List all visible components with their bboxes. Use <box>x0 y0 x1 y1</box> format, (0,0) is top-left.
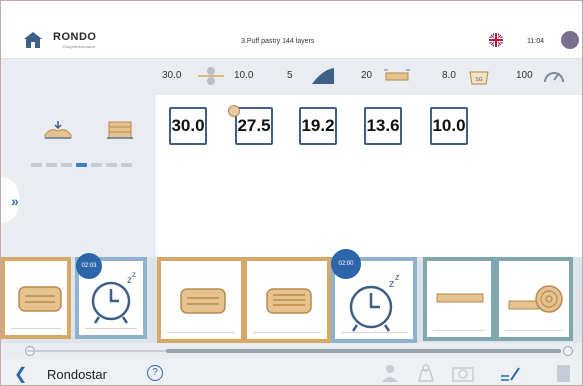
weight-icon[interactable] <box>415 364 437 382</box>
clock-time: 11:04 <box>527 38 544 45</box>
page-dot[interactable] <box>46 163 57 167</box>
header: RONDO Doughlinedurance 3.Puff pastry 144… <box>1 1 582 59</box>
roller-gap-icon <box>198 67 224 85</box>
page-dot[interactable] <box>121 163 132 167</box>
card-divider <box>505 330 563 331</box>
thickness-step[interactable]: 19.2 <box>299 107 337 145</box>
roller-end-value[interactable]: 10.0 <box>234 70 253 81</box>
brand-tagline: Doughlinedurance <box>63 44 96 49</box>
timer-badge: 02:03 <box>76 253 102 279</box>
step-card-dough[interactable] <box>157 257 245 343</box>
page-dot[interactable] <box>106 163 117 167</box>
program-steps: z z 02:03 z z 02:00 <box>1 249 582 343</box>
flour-duster-icon: SG <box>469 71 489 85</box>
thickness-step[interactable]: 27.5 <box>235 107 273 145</box>
thickness-step[interactable]: 10.0 <box>430 107 468 145</box>
current-position-marker <box>228 105 240 117</box>
double-chevron-right-icon[interactable]: » <box>11 193 19 209</box>
dough-in-mode-icon[interactable] <box>43 119 73 141</box>
strip-scrollbar <box>1 343 582 359</box>
roller-start-value[interactable]: 30.0 <box>162 70 181 81</box>
footer: ❮ Rondostar ? <box>1 359 582 385</box>
home-icon[interactable] <box>23 31 43 49</box>
timer-badge: 02:00 <box>331 249 361 279</box>
card-divider <box>433 330 485 331</box>
dough-roll-icon <box>508 285 563 313</box>
step-card-roll[interactable] <box>495 257 573 341</box>
alarm-clock-icon: z z <box>91 270 136 324</box>
thickness-step[interactable]: 13.6 <box>364 107 402 145</box>
operator-icon[interactable] <box>379 364 401 382</box>
user-avatar-icon[interactable] <box>561 31 579 49</box>
speed-level-value[interactable]: 5 <box>287 70 293 81</box>
help-icon[interactable]: ? <box>147 365 163 381</box>
card-divider <box>253 332 321 333</box>
belt-value[interactable]: 20 <box>361 70 372 81</box>
program-title: 3.Puff pastry 144 layers <box>241 38 315 45</box>
parameter-bar: 30.0 10.0 5 20 8.0 SG 100 <box>156 59 582 95</box>
page-indicator <box>31 163 132 167</box>
card-divider <box>341 332 407 333</box>
machine-name: Rondostar <box>47 367 107 382</box>
speedometer-icon <box>544 72 564 83</box>
svg-text:z: z <box>395 272 400 282</box>
page-dot-active[interactable] <box>76 163 87 167</box>
dough-out-mode-icon[interactable] <box>105 119 135 141</box>
thickness-step[interactable]: 30.0 <box>169 107 207 145</box>
edit-list-icon[interactable] <box>499 364 521 382</box>
ramp-icon <box>312 68 334 84</box>
scroll-thumb[interactable] <box>166 349 561 353</box>
step-card-sheet[interactable] <box>423 257 495 341</box>
svg-text:z: z <box>132 270 136 279</box>
alarm-clock-icon: z z <box>349 272 400 332</box>
step-card-dough[interactable] <box>1 257 71 339</box>
page-dot[interactable] <box>31 163 42 167</box>
back-chevron-icon[interactable]: ❮ <box>14 364 27 384</box>
page-dot[interactable] <box>91 163 102 167</box>
dough-sheet-icon <box>436 293 484 303</box>
dough-fold-icon <box>18 286 62 312</box>
document-icon[interactable] <box>553 364 573 382</box>
dough-fold-icon <box>266 288 312 314</box>
flour-badge: SG <box>475 77 482 83</box>
app-window: RONDO Doughlinedurance 3.Puff pastry 144… <box>0 0 583 386</box>
thickness-panel: 30.0 27.5 19.2 13.6 10.0 <box>156 95 582 257</box>
camera-icon[interactable] <box>451 364 475 382</box>
uk-flag-icon[interactable] <box>489 33 503 47</box>
card-divider <box>85 328 137 329</box>
step-card-dough[interactable] <box>243 257 331 343</box>
card-divider <box>11 328 61 329</box>
speed-percent-value[interactable]: 100 <box>516 70 533 81</box>
flour-value[interactable]: 8.0 <box>442 70 456 81</box>
scroll-right-button[interactable] <box>563 346 573 356</box>
svg-text:z: z <box>389 278 395 290</box>
brand-logo: RONDO <box>53 31 97 43</box>
dough-sheet-icon <box>384 69 410 81</box>
mode-panel: » <box>1 59 156 257</box>
card-divider <box>167 332 235 333</box>
dough-fold-icon <box>180 288 226 314</box>
page-dot[interactable] <box>61 163 72 167</box>
